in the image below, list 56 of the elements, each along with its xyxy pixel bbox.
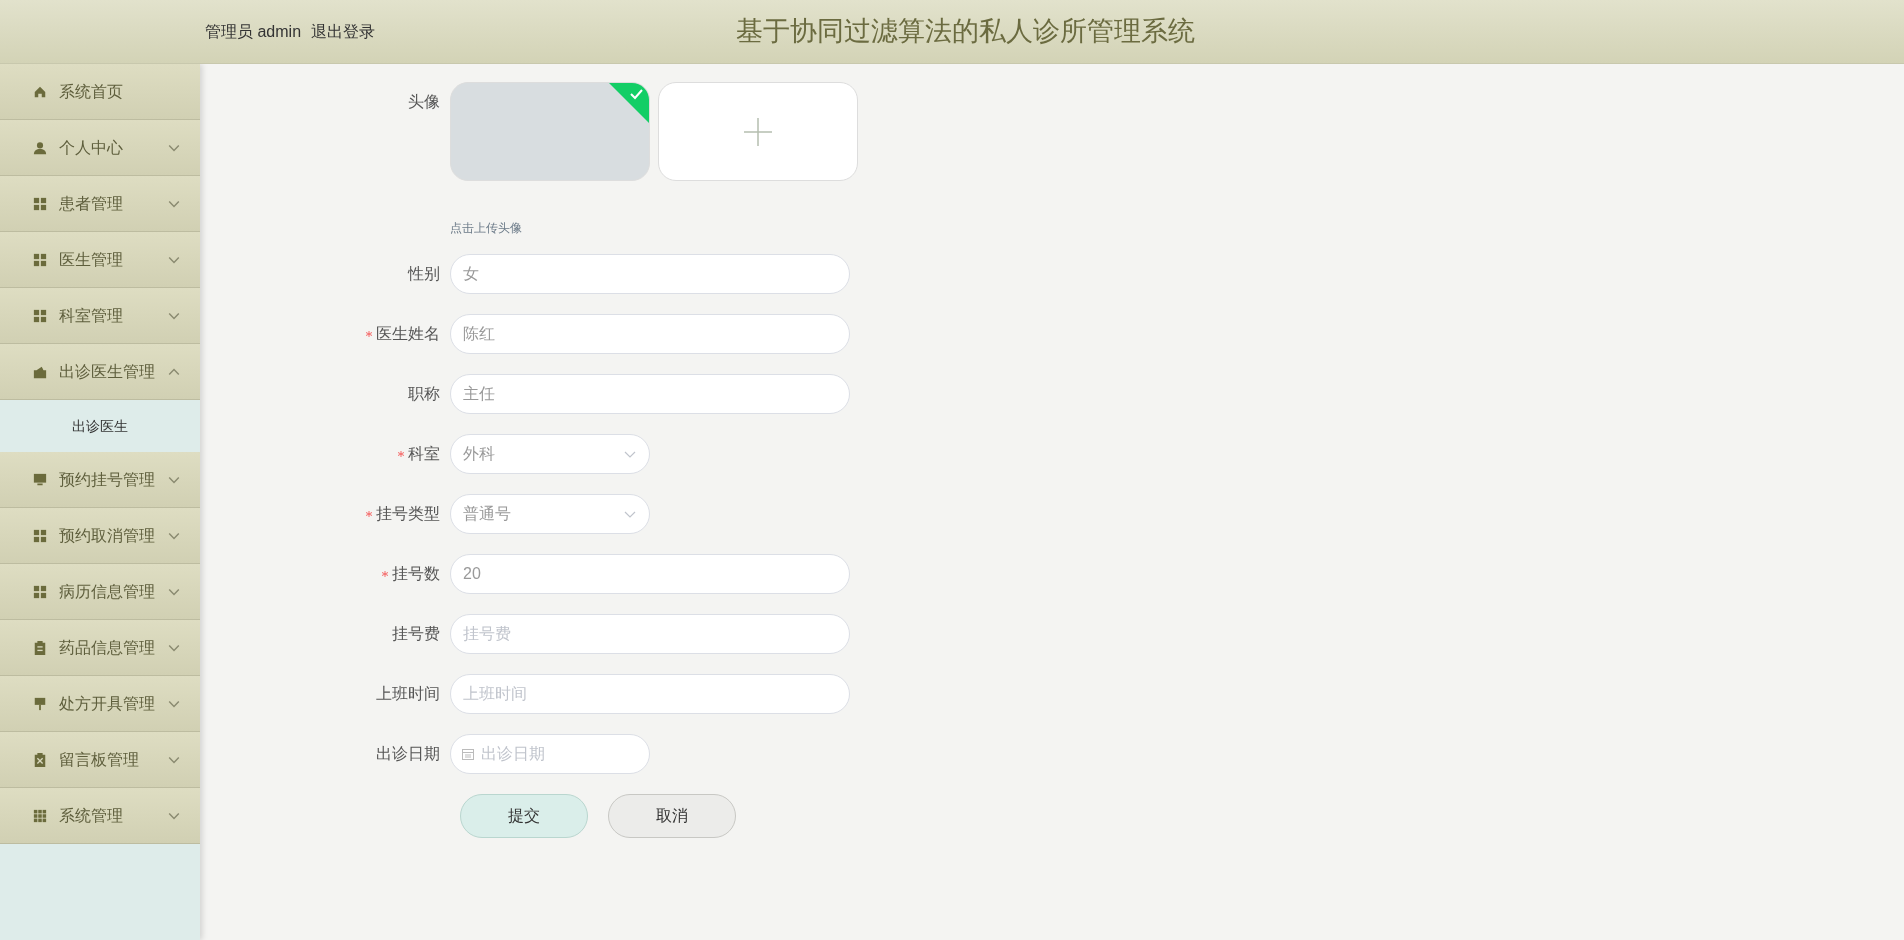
field-label: 医生姓名 [376, 324, 440, 344]
grid-icon [33, 252, 47, 267]
input-field[interactable]: 陈红 [450, 314, 850, 354]
grid-icon [33, 308, 47, 323]
sidebar-item[interactable]: 预约取消管理 [0, 508, 200, 564]
grid-icon [33, 196, 47, 211]
sidebar-item[interactable]: 预约挂号管理 [0, 452, 200, 508]
field-label: 科室 [408, 444, 440, 464]
sidebar-item[interactable]: 病历信息管理 [0, 564, 200, 620]
input-field[interactable]: 女 [450, 254, 850, 294]
sidebar-item[interactable]: 出诊医生管理 [0, 344, 200, 400]
field-label: 挂号类型 [376, 504, 440, 524]
sidebar-item[interactable]: 处方开具管理 [0, 676, 200, 732]
monitor-icon [33, 472, 47, 487]
field-label: 上班时间 [375, 684, 441, 704]
sidebar-item[interactable]: 系统管理 [0, 788, 200, 844]
field-label: 头像 [407, 92, 441, 112]
grid-icon [33, 528, 47, 543]
signboard-icon [33, 696, 47, 711]
field-label: 职称 [407, 384, 441, 404]
select-field[interactable]: 普通号 [450, 494, 650, 534]
plus-icon [744, 117, 772, 146]
user-label: 管理员 admin [205, 21, 302, 42]
sidebar-item[interactable]: 药品信息管理 [0, 620, 200, 676]
sidebar-item[interactable]: 患者管理 [0, 176, 200, 232]
cancel-button[interactable]: 取消 [608, 794, 736, 838]
clipboard-icon [33, 752, 47, 767]
select-field[interactable]: 外科 [450, 434, 650, 474]
clipboard-icon [33, 640, 47, 655]
chevron-down-icon [624, 511, 636, 518]
submit-button[interactable]: 提交 [460, 794, 588, 838]
chevron-down-icon [624, 451, 636, 458]
sidebar-item[interactable]: 个人中心 [0, 120, 200, 176]
field-label: 挂号费 [391, 624, 441, 644]
input-field[interactable]: 主任 [450, 374, 850, 414]
sidebar-item[interactable]: 医生管理 [0, 232, 200, 288]
field-label: 出诊日期 [375, 744, 441, 764]
calendar-icon [462, 748, 474, 760]
grid-icon [33, 808, 47, 823]
upload-hint: 点击上传头像 [450, 220, 523, 237]
field-label: 挂号数 [392, 564, 440, 584]
sidebar-item[interactable]: 科室管理 [0, 288, 200, 344]
sidebar-item[interactable]: 留言板管理 [0, 732, 200, 788]
logout-link[interactable]: 退出登录 [311, 19, 376, 44]
submenu-item[interactable]: 出诊医生 [0, 400, 200, 452]
upload-button[interactable] [658, 82, 858, 181]
date-field[interactable]: 出诊日期 [450, 734, 650, 774]
home-icon [33, 84, 47, 99]
sidebar-item[interactable]: 系统首页 [0, 64, 200, 120]
grid-icon [33, 584, 47, 599]
input-field[interactable]: 挂号费 [450, 614, 850, 654]
wallet-icon [33, 364, 47, 379]
app-title: 基于协同过滤算法的私人诊所管理系统 [736, 15, 1195, 49]
person-icon [33, 140, 47, 155]
field-label: 性别 [406, 264, 441, 284]
input-field[interactable]: 20 [450, 554, 850, 594]
